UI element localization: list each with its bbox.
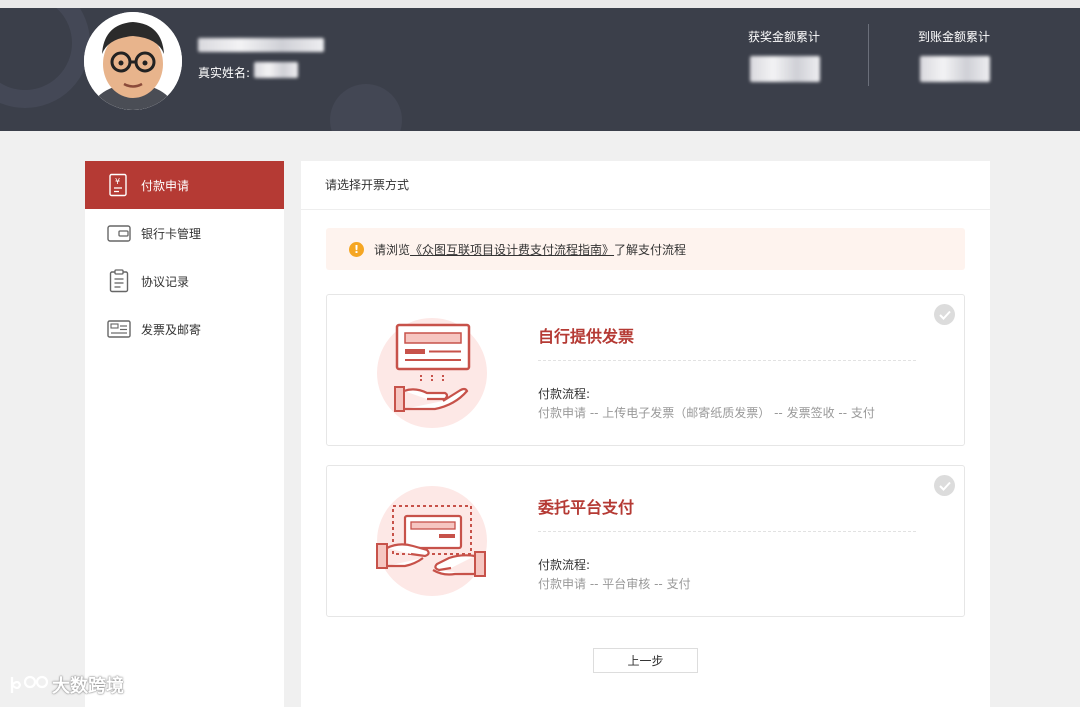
option-title: 自行提供发票 [538, 327, 635, 346]
check-icon[interactable] [934, 304, 955, 325]
guide-link[interactable]: 《众图互联项目设计费支付流程指南》 [410, 241, 614, 258]
top-strip [0, 0, 1080, 8]
option-title: 委托平台支付 [538, 498, 635, 517]
profile-header: 真实姓名: 获奖金额累计 到账金额累计 [0, 8, 1080, 131]
card-handover-illustration [376, 486, 487, 596]
flow-steps: 付款申请 -- 上传电子发票（邮寄纸质发票） -- 发票签收 -- 支付 [538, 406, 875, 420]
payment-request-icon: ¥ [107, 173, 131, 197]
flow-label: 付款流程: [538, 387, 591, 401]
sidebar-item-label: 付款申请 [141, 178, 190, 193]
watermark-logo-icon [10, 675, 49, 693]
notice-suffix: 了解支付流程 [614, 242, 687, 257]
sidebar-item-agreements[interactable]: 协议记录 [85, 257, 284, 305]
sidebar-item-label: 银行卡管理 [141, 226, 202, 241]
divider [538, 531, 916, 532]
check-icon[interactable] [934, 475, 955, 496]
invoice-icon [107, 317, 131, 341]
clipboard-icon [107, 269, 131, 293]
page-title: 请选择开票方式 [301, 161, 990, 210]
header-decoration-circle [330, 84, 402, 131]
prev-step-button[interactable]: 上一步 [593, 648, 698, 673]
received-total-value-redacted [920, 56, 990, 82]
avatar[interactable] [84, 12, 182, 110]
option-self-invoice[interactable]: 自行提供发票 付款流程: 付款申请 -- 上传电子发票（邮寄纸质发票） -- 发… [326, 294, 965, 446]
sidebar: ¥ 付款申请 银行卡管理 协议记录 发票及邮寄 [85, 161, 284, 707]
stat-divider [868, 24, 869, 86]
awards-total-label: 获奖金额累计 [747, 30, 820, 44]
sidebar-item-bank-card[interactable]: 银行卡管理 [85, 209, 284, 257]
real-name-redacted [254, 62, 298, 78]
received-total-label: 到账金额累计 [917, 30, 990, 44]
sidebar-item-label: 协议记录 [141, 274, 190, 289]
sidebar-item-payment-request[interactable]: ¥ 付款申请 [85, 161, 284, 209]
watermark-text: 大数跨境 [52, 676, 124, 697]
main-panel: 请选择开票方式 ! 请浏览 《众图互联项目设计费支付流程指南》 了解支付流程 自… [301, 161, 990, 707]
wallet-icon [107, 221, 131, 245]
notice-banner: ! 请浏览 《众图互联项目设计费支付流程指南》 了解支付流程 [326, 228, 965, 270]
flow-label: 付款流程: [538, 558, 591, 572]
real-name-label: 真实姓名: [198, 66, 251, 80]
sidebar-item-label: 发票及邮寄 [141, 322, 202, 337]
avatar-image [84, 12, 182, 110]
flow-steps: 付款申请 -- 平台审核 -- 支付 [538, 577, 691, 591]
warning-icon: ! [349, 241, 364, 257]
received-total-stat: 到账金额累计 [912, 28, 996, 45]
watermark: 大数跨境 [8, 672, 124, 698]
awards-total-value-redacted [750, 56, 820, 82]
svg-text:¥: ¥ [115, 177, 120, 186]
awards-total-stat: 获奖金额累计 [742, 28, 826, 45]
notice-prefix: 请浏览 [374, 242, 411, 257]
option-platform-payment[interactable]: 委托平台支付 付款流程: 付款申请 -- 平台审核 -- 支付 [326, 465, 965, 617]
sidebar-item-invoice-mailing[interactable]: 发票及邮寄 [85, 305, 284, 353]
header-decoration [0, 8, 90, 108]
user-nickname-redacted [198, 38, 324, 52]
invoice-hand-illustration [377, 318, 487, 428]
divider [538, 360, 916, 361]
